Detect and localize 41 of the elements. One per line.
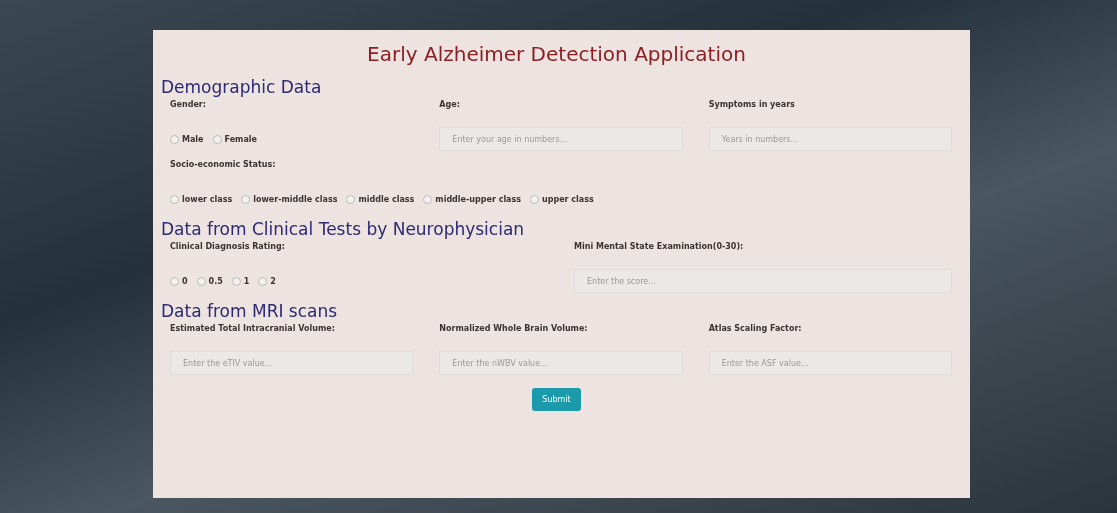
radio-button[interactable] — [258, 276, 268, 286]
radio-option[interactable]: middle-upper class — [423, 194, 522, 204]
radio-button[interactable] — [170, 276, 179, 286]
page-title: Early Alzheimer Detection Application — [366, 42, 747, 66]
radio-option[interactable]: 2 — [258, 276, 276, 286]
radio-option[interactable]: 1 — [231, 276, 250, 286]
field-label: Gender: — [170, 99, 207, 111]
radio-button[interactable] — [212, 134, 222, 144]
radio-button[interactable] — [231, 276, 241, 286]
radio-button[interactable] — [346, 194, 356, 204]
radio-button[interactable] — [241, 194, 251, 204]
input-field[interactable]: Enter your age in numbers... — [439, 127, 683, 151]
radio-option[interactable]: upper class — [530, 194, 594, 204]
radio-option[interactable]: 0.5 — [196, 276, 223, 286]
radio-option[interactable]: 0 — [170, 276, 188, 286]
input-field[interactable]: Enter the nWBV value... — [439, 351, 683, 375]
field-label: Atlas Scaling Factor: — [708, 323, 803, 335]
field-label: Age: — [439, 99, 461, 111]
input-field[interactable]: Enter the score... — [574, 269, 952, 293]
field-label: Symptoms in years — [708, 99, 796, 111]
radio-option[interactable]: Female — [212, 134, 257, 144]
radio-button[interactable] — [170, 194, 179, 204]
field-label: Mini Mental State Examination(0-30): — [574, 241, 745, 253]
radio-button[interactable] — [530, 194, 540, 204]
radio-option[interactable]: middle class — [346, 194, 415, 204]
section-heading: Data from Clinical Tests by Neurophysician — [161, 218, 526, 240]
field-label: Socio-economic Status: — [170, 159, 277, 171]
field-label: Estimated Total Intracranial Volume: — [170, 323, 336, 335]
radio-option[interactable]: Male — [170, 134, 204, 144]
section-heading: Demographic Data — [161, 76, 323, 98]
input-field[interactable]: Enter the ASF value... — [708, 351, 952, 375]
radio-button[interactable] — [423, 194, 433, 204]
radio-button[interactable] — [170, 134, 179, 144]
section-heading: Data from MRI scans — [161, 300, 339, 322]
field-label: Clinical Diagnosis Rating: — [170, 241, 286, 253]
input-field[interactable]: Enter the eTIV value... — [170, 351, 414, 375]
radio-option[interactable]: lower-middle class — [241, 194, 338, 204]
radio-option[interactable]: lower class — [170, 194, 233, 204]
input-field[interactable]: Years in numbers... — [708, 127, 952, 151]
field-label: Normalized Whole Brain Volume: — [439, 323, 589, 335]
radio-button[interactable] — [196, 276, 206, 286]
